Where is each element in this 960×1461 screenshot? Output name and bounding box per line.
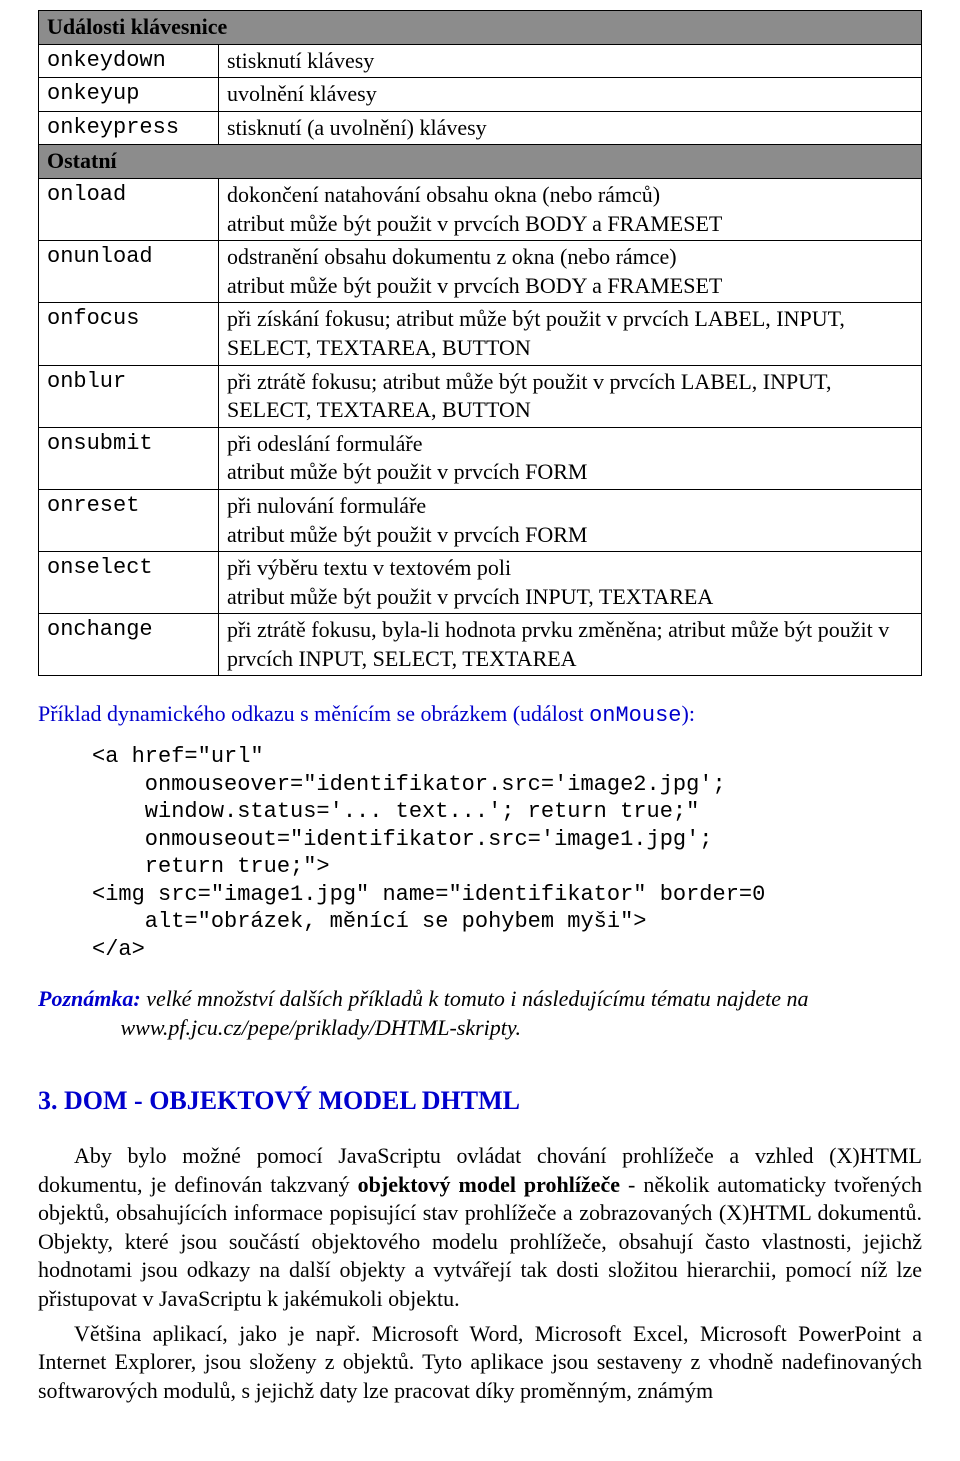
note-text: velké množství dalších příkladů k tomuto… [38, 986, 809, 1040]
event-description: při ztrátě fokusu, byla-li hodnota prvku… [219, 614, 922, 676]
body-paragraph-1: Aby bylo možné pomocí JavaScriptu ovláda… [38, 1142, 922, 1314]
intro-prefix: Příklad dynamického odkazu s měnícím se … [38, 701, 589, 726]
event-description: při získání fokusu; atribut může být pou… [219, 303, 922, 365]
event-name: onchange [39, 614, 219, 676]
event-description: odstranění obsahu dokumentu z okna (nebo… [219, 241, 922, 303]
event-name: onkeypress [39, 111, 219, 145]
intro-mono: onMouse [589, 703, 681, 728]
event-description: při ztrátě fokusu; atribut může být použ… [219, 365, 922, 427]
event-name: onreset [39, 489, 219, 551]
section-other: Ostatní [39, 145, 922, 179]
table-row: onkeydownstisknutí klávesy [39, 44, 922, 78]
event-name: onunload [39, 241, 219, 303]
table-row: onkeypressstisknutí (a uvolnění) klávesy [39, 111, 922, 145]
event-description: při výběru textu v textovém poli atribut… [219, 552, 922, 614]
table-row: onfocuspři získání fokusu; atribut může … [39, 303, 922, 365]
table-row: onkeyupuvolnění klávesy [39, 78, 922, 112]
event-description: stisknutí (a uvolnění) klávesy [219, 111, 922, 145]
events-table: Události klávesnice onkeydownstisknutí k… [38, 10, 922, 676]
table-row: onselectpři výběru textu v textovém poli… [39, 552, 922, 614]
event-name: onfocus [39, 303, 219, 365]
event-description: při nulování formuláře atribut může být … [219, 489, 922, 551]
body-paragraph-2: Většina aplikací, jako je např. Microsof… [38, 1320, 922, 1406]
table-row: onunloadodstranění obsahu dokumentu z ok… [39, 241, 922, 303]
event-name: onkeydown [39, 44, 219, 78]
event-description: uvolnění klávesy [219, 78, 922, 112]
event-name: onkeyup [39, 78, 219, 112]
table-row: onchangepři ztrátě fokusu, byla-li hodno… [39, 614, 922, 676]
para1-bold: objektový model prohlížeče [358, 1172, 620, 1197]
event-description: dokončení natahování obsahu okna (nebo r… [219, 178, 922, 240]
event-description: stisknutí klávesy [219, 44, 922, 78]
section-heading: 3. DOM - OBJEKTOVÝ MODEL DHTML [38, 1084, 922, 1118]
intro-suffix: ): [682, 701, 695, 726]
table-row: onsubmitpři odeslání formuláře atribut m… [39, 427, 922, 489]
event-name: onsubmit [39, 427, 219, 489]
event-name: onselect [39, 552, 219, 614]
event-name: onblur [39, 365, 219, 427]
table-row: onloaddokončení natahování obsahu okna (… [39, 178, 922, 240]
section-keyboard: Události klávesnice [39, 11, 922, 45]
table-row: onblurpři ztrátě fokusu; atribut může bý… [39, 365, 922, 427]
event-description: při odeslání formuláře atribut může být … [219, 427, 922, 489]
example-intro: Příklad dynamického odkazu s měnícím se … [38, 700, 922, 731]
table-row: onresetpři nulování formuláře atribut mů… [39, 489, 922, 551]
note-label: Poznámka: [38, 986, 141, 1011]
event-name: onload [39, 178, 219, 240]
code-example: <a href="url" onmouseover="identifikator… [38, 743, 922, 963]
note-paragraph: Poznámka: velké množství dalších příklad… [38, 985, 922, 1042]
